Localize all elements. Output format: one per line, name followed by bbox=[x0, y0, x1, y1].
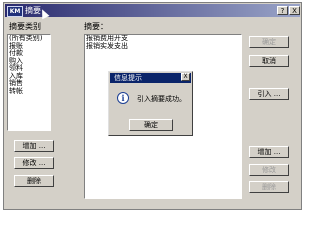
category-add-button[interactable]: 增加 ... bbox=[14, 140, 54, 152]
summary-add-button[interactable]: 增加 ... bbox=[249, 146, 289, 158]
category-edit-button[interactable]: 修改 ... bbox=[14, 157, 54, 169]
list-item[interactable]: 转帐 bbox=[8, 87, 50, 96]
app-icon: KM bbox=[7, 6, 23, 17]
close-button[interactable]: X bbox=[289, 6, 300, 15]
summary-delete-button[interactable]: 删除 bbox=[249, 181, 289, 193]
category-delete-button[interactable]: 删除 bbox=[14, 175, 54, 187]
dialog-message: 引入摘要成功。 bbox=[137, 95, 186, 103]
import-button[interactable]: 引入 ... bbox=[249, 88, 289, 100]
dialog-ok-button[interactable]: 确定 bbox=[129, 119, 173, 131]
dialog-title-bar[interactable]: 信息提示 bbox=[110, 73, 191, 83]
dialog-title: 信息提示 bbox=[114, 74, 142, 82]
ok-button[interactable]: 确定 bbox=[249, 36, 289, 48]
summary-label: 摘要： bbox=[84, 22, 108, 31]
cancel-button[interactable]: 取消 bbox=[249, 55, 289, 67]
category-list[interactable]: (所有类别) 报账 付款 购入 领料 入库 销售 转帐 bbox=[7, 34, 51, 131]
dialog-close-button[interactable]: X bbox=[181, 73, 190, 81]
information-icon: i bbox=[117, 92, 129, 104]
info-dialog: 信息提示 X i 引入摘要成功。 确定 bbox=[108, 71, 193, 136]
category-label: 摘要类别 bbox=[9, 22, 41, 31]
help-button[interactable]: ? bbox=[277, 6, 288, 15]
summary-edit-button[interactable]: 修改 bbox=[249, 164, 289, 176]
list-item[interactable]: 报销实发支出 bbox=[85, 42, 241, 51]
